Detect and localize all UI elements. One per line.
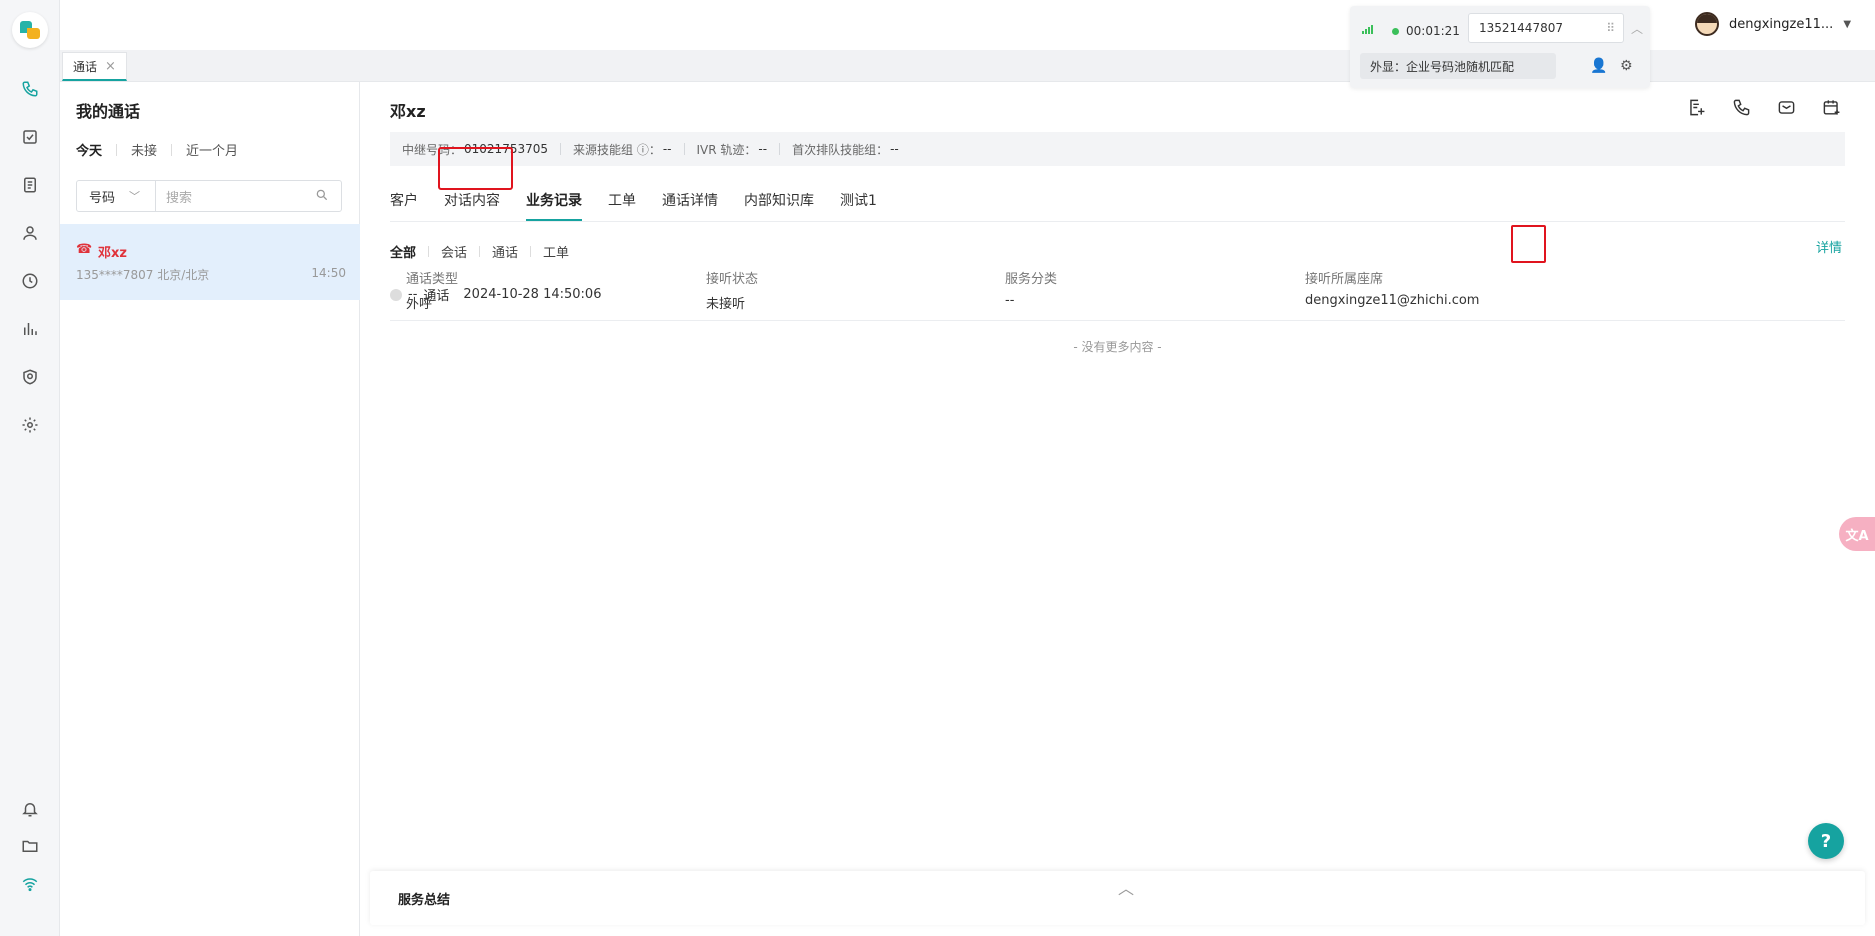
task-icon[interactable] (18, 125, 42, 149)
settings-icon[interactable] (18, 413, 42, 437)
gear-icon[interactable]: ⚙ (1620, 58, 1633, 74)
source-value: -- (662, 142, 672, 156)
contact-phone-location: 135****7807 北京/北京 (76, 268, 210, 282)
signal-icon (1362, 25, 1373, 34)
highlight-box-tab (438, 147, 513, 190)
main-content: 邓xz 中继号码： 01021753705 来源技能组 ⓘ： -- IVR 轨迹： -… (360, 82, 1875, 936)
tab-knowledge-base[interactable]: 内部知识库 (731, 180, 827, 221)
date-filters: 今天 未接 近一个月 (76, 140, 238, 159)
wifi-icon (18, 872, 42, 896)
filter-today[interactable]: 今天 (76, 140, 102, 159)
subtab-ticket[interactable]: 工单 (543, 242, 569, 261)
subtab-all[interactable]: 全部 (390, 242, 416, 261)
message-icon[interactable] (1776, 97, 1796, 117)
action-toolbar (1686, 97, 1841, 117)
avatar (1695, 12, 1719, 36)
chevron-down-icon: ﹀ (129, 190, 141, 203)
filter-last-month[interactable]: 近一个月 (186, 140, 238, 159)
add-note-icon[interactable] (1686, 97, 1706, 117)
phone-icon[interactable] (18, 77, 42, 101)
call-time: 14:50 (311, 266, 346, 280)
missed-call-icon: ☎ (76, 242, 93, 257)
close-icon[interactable]: × (105, 59, 116, 74)
tab-business-records[interactable]: 业务记录 (513, 180, 595, 221)
detail-tabs: 客户 对话内容 业务记录 工单 通话详情 内部知识库 测试1 (390, 180, 1845, 222)
detail-link[interactable]: 详情 (1816, 237, 1842, 256)
contact-name: 邓xz (98, 246, 127, 261)
app-logo[interactable] (12, 12, 48, 48)
phone-call-icon[interactable] (1731, 97, 1751, 117)
call-list-panel: 我的通话 今天 未接 近一个月 号码 ﹀ 搜索 ☎ 邓xz 135****780… (60, 82, 360, 936)
ivr-value: -- (758, 142, 768, 156)
field-label: 接听所属座席 (1305, 272, 1384, 287)
left-rail (0, 0, 60, 936)
tab-test1[interactable]: 测试1 (827, 180, 890, 221)
field-label: 接听状态 (706, 272, 759, 287)
divider (390, 320, 1845, 321)
contacts-icon[interactable] (18, 221, 42, 245)
field-label: 通话类型 (406, 272, 459, 287)
tab-ticket[interactable]: 工单 (595, 180, 649, 221)
search-placeholder: 搜索 (166, 190, 193, 206)
chart-icon[interactable] (18, 317, 42, 341)
outbound-display-select[interactable]: 外显：企业号码池随机匹配 (1360, 53, 1556, 79)
subtab-call[interactable]: 通话 (492, 242, 518, 261)
add-calendar-icon[interactable] (1821, 97, 1841, 117)
field-agent: 接听所属座席 dengxingze11@zhichi.com (1305, 268, 1479, 308)
tab-calls[interactable]: 通话 × (62, 52, 127, 81)
page-title: 邓xz (390, 102, 426, 121)
chevron-up-icon[interactable]: ︿ (1118, 875, 1134, 899)
ticket-icon[interactable] (18, 173, 42, 197)
status-dot (1392, 28, 1399, 35)
search-icon[interactable] (315, 188, 329, 206)
username: dengxingze11... (1729, 16, 1834, 32)
source-label: 来源技能组 ⓘ： (573, 142, 661, 157)
caret-down-icon: ▼ (1843, 18, 1852, 30)
tab-call-details[interactable]: 通话详情 (649, 180, 731, 221)
search-row: 号码 ﹀ 搜索 (76, 180, 342, 212)
list-item[interactable]: ☎ 邓xz 135****7807 北京/北京 14:50 (60, 224, 360, 300)
transfer-agent-icon[interactable]: 👤 (1590, 58, 1607, 74)
call-widget: 00:01:21 13521447807 ⠿ ︿ 外显：企业号码池随机匹配 👤 … (1350, 6, 1650, 88)
record-datetime: 2024-10-28 14:50:06 (463, 287, 602, 302)
field-value: dengxingze11@zhichi.com (1305, 293, 1480, 308)
field-value: 外呼 (406, 297, 433, 312)
field-answer-status: 接听状态 未接听 (706, 268, 758, 312)
search-type-select[interactable]: 号码 ﹀ (77, 181, 156, 211)
help-button[interactable]: ? (1808, 823, 1844, 859)
keypad-icon[interactable]: ⠿ (1606, 21, 1615, 35)
ivr-label: IVR 轨迹： (696, 142, 757, 157)
tab-calls-label: 通话 (73, 59, 98, 74)
field-value: 未接听 (706, 297, 746, 312)
call-timer: 00:01:21 (1406, 24, 1460, 38)
filter-missed[interactable]: 未接 (131, 140, 157, 159)
queue-value: -- (890, 142, 899, 156)
field-call-type: 通话类型 外呼 (406, 268, 458, 312)
record-status-dot (390, 288, 402, 301)
panel-title: 我的通话 (76, 102, 141, 121)
queue-label: 首次排队技能组： (792, 142, 889, 157)
shield-icon[interactable] (18, 365, 42, 389)
no-more-content: - 没有更多内容 - (1073, 340, 1162, 354)
highlight-box-detail (1511, 225, 1546, 263)
dial-number-input[interactable]: 13521447807 ⠿ (1468, 13, 1624, 43)
history-icon[interactable] (18, 269, 42, 293)
field-label: 服务分类 (1005, 272, 1058, 287)
search-type-value: 号码 (89, 190, 116, 206)
search-input[interactable]: 搜索 (156, 181, 341, 211)
subtab-session[interactable]: 会话 (441, 242, 467, 261)
dial-number-value: 13521447807 (1479, 21, 1563, 35)
field-value: -- (1005, 293, 1015, 308)
field-service-category: 服务分类 -- (1005, 268, 1057, 308)
translate-button[interactable]: 文A (1839, 517, 1875, 551)
user-menu[interactable]: dengxingze11... ▼ (1695, 12, 1851, 36)
service-summary-panel[interactable]: 服务总结 ︿ (370, 871, 1865, 925)
summary-label: 服务总结 (398, 893, 451, 908)
call-info-bar: 中继号码： 01021753705 来源技能组 ⓘ： -- IVR 轨迹： -- 首次… (390, 132, 1845, 166)
tab-customer[interactable]: 客户 (390, 180, 431, 221)
bell-icon[interactable] (18, 797, 42, 821)
folder-icon[interactable] (18, 834, 42, 858)
chevron-up-icon[interactable]: ︿ (1631, 20, 1643, 37)
record-filter-tabs: 全部 会话 通话 工单 (390, 242, 569, 261)
